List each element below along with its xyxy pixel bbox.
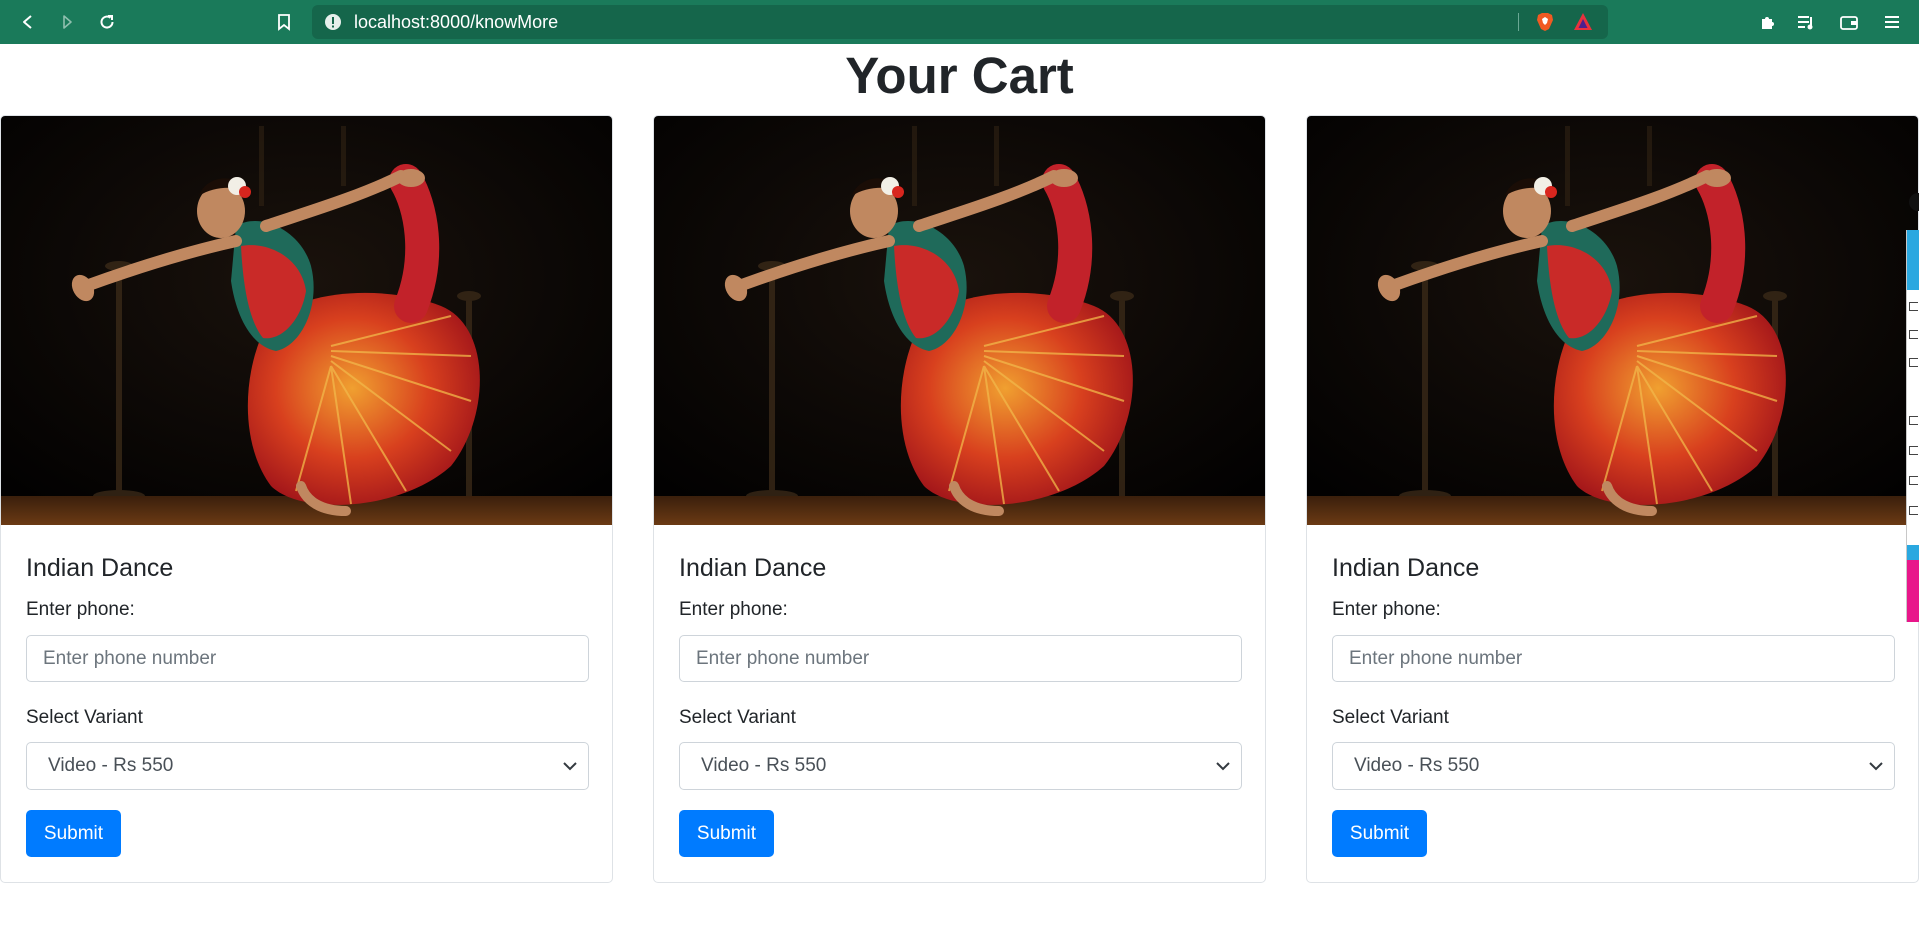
tool-icon[interactable] bbox=[1909, 416, 1918, 425]
wallet-icon[interactable] bbox=[1835, 8, 1863, 36]
forward-icon[interactable] bbox=[53, 8, 81, 36]
cart-card: Indian Dance Enter phone: Select Variant… bbox=[0, 115, 613, 883]
phone-label: Enter phone: bbox=[1332, 599, 1441, 620]
address-bar[interactable]: localhost:8000/knowMore bbox=[312, 5, 1608, 39]
card-title: Indian Dance bbox=[1332, 554, 1480, 582]
tool-icon[interactable] bbox=[1909, 476, 1918, 485]
variant-label: Select Variant bbox=[26, 707, 143, 728]
browser-toolbar: localhost:8000/knowMore bbox=[0, 0, 1919, 44]
color-swatch-blue[interactable] bbox=[1907, 545, 1919, 560]
variant-selected-value: Video - Rs 550 bbox=[701, 755, 827, 776]
product-image bbox=[654, 116, 1265, 525]
product-image bbox=[1, 116, 612, 525]
tool-icon[interactable] bbox=[1909, 358, 1918, 367]
submit-button[interactable]: Submit bbox=[1332, 810, 1427, 857]
menu-icon[interactable] bbox=[1878, 8, 1906, 36]
cart-card: Indian Dance Enter phone: Select Variant… bbox=[653, 115, 1266, 883]
page-title: Your Cart bbox=[845, 47, 1074, 104]
url-text[interactable]: localhost:8000/knowMore bbox=[354, 5, 558, 39]
media-playlist-icon[interactable] bbox=[1792, 8, 1820, 36]
variant-selected-value: Video - Rs 550 bbox=[48, 755, 174, 776]
side-panel-active-tool[interactable] bbox=[1907, 230, 1919, 290]
tool-icon[interactable] bbox=[1909, 302, 1918, 311]
variant-select[interactable]: Video - Rs 550 bbox=[26, 742, 589, 790]
submit-button[interactable]: Submit bbox=[679, 810, 774, 857]
product-image bbox=[1307, 116, 1918, 525]
cart-card: Indian Dance Enter phone: Select Variant… bbox=[1306, 115, 1919, 883]
variant-label: Select Variant bbox=[679, 707, 796, 728]
variant-select[interactable]: Video - Rs 550 bbox=[1332, 742, 1895, 790]
extensions-icon[interactable] bbox=[1754, 8, 1782, 36]
color-swatch-pink[interactable] bbox=[1907, 560, 1919, 622]
reload-icon[interactable] bbox=[93, 8, 121, 36]
phone-label: Enter phone: bbox=[679, 599, 788, 620]
phone-input[interactable] bbox=[26, 635, 589, 682]
brave-shield-icon[interactable] bbox=[1534, 11, 1556, 33]
variant-selected-value: Video - Rs 550 bbox=[1354, 755, 1480, 776]
chevron-down-icon bbox=[1216, 762, 1230, 771]
chevron-down-icon bbox=[563, 762, 577, 771]
phone-label: Enter phone: bbox=[26, 599, 135, 620]
bookmark-icon[interactable] bbox=[270, 8, 298, 36]
submit-button[interactable]: Submit bbox=[26, 810, 121, 857]
variant-select[interactable]: Video - Rs 550 bbox=[679, 742, 1242, 790]
tool-icon[interactable] bbox=[1909, 330, 1918, 339]
card-title: Indian Dance bbox=[679, 554, 827, 582]
extension-side-panel[interactable] bbox=[1906, 230, 1919, 622]
tool-icon[interactable] bbox=[1909, 446, 1918, 455]
brave-rewards-icon[interactable] bbox=[1572, 11, 1594, 33]
site-info-icon[interactable] bbox=[324, 13, 342, 31]
chevron-down-icon bbox=[1869, 762, 1883, 771]
back-icon[interactable] bbox=[14, 8, 42, 36]
variant-label: Select Variant bbox=[1332, 707, 1449, 728]
address-bar-divider bbox=[1518, 13, 1519, 31]
tool-icon[interactable] bbox=[1909, 506, 1918, 515]
phone-input[interactable] bbox=[1332, 635, 1895, 682]
phone-input[interactable] bbox=[679, 635, 1242, 682]
card-title: Indian Dance bbox=[26, 554, 174, 582]
